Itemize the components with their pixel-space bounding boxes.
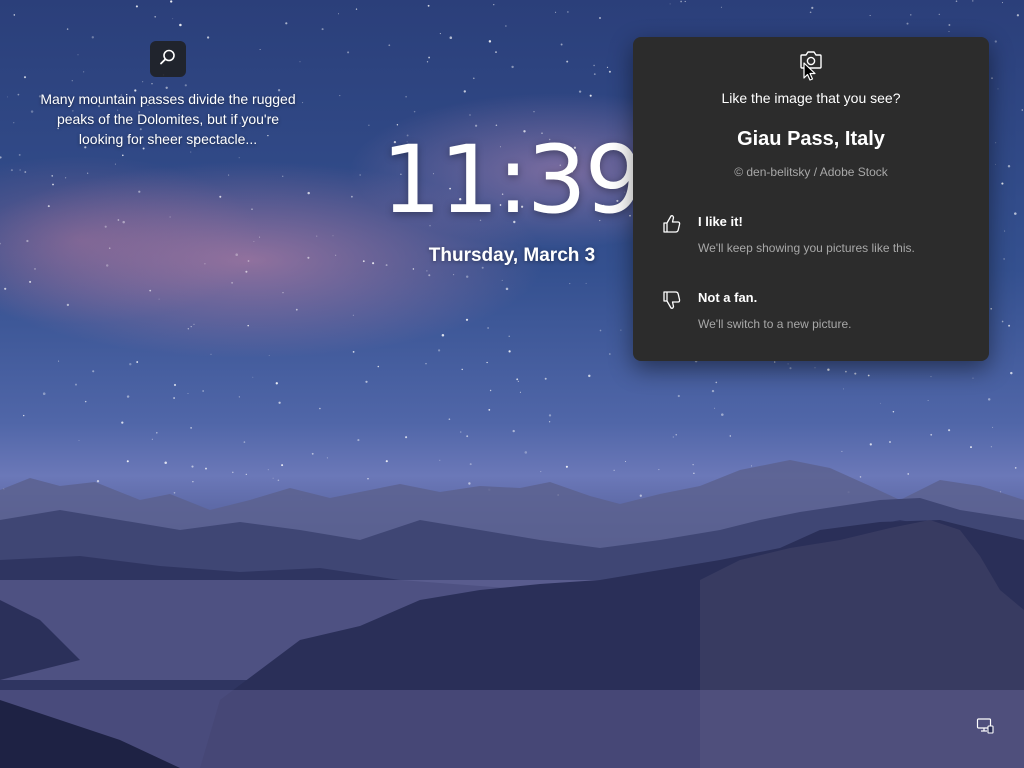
- search-button[interactable]: [150, 41, 186, 77]
- network-icon[interactable]: [976, 717, 994, 735]
- search-icon: [159, 48, 177, 71]
- like-option-subtitle: We'll keep showing you pictures like thi…: [698, 241, 915, 255]
- feedback-question: Like the image that you see?: [721, 90, 901, 106]
- spotlight-description[interactable]: Many mountain passes divide the rugged p…: [38, 89, 298, 149]
- like-option-title: I like it!: [698, 214, 743, 229]
- dislike-option[interactable]: Not a fan. We'll switch to a new picture…: [633, 281, 989, 341]
- dislike-option-subtitle: We'll switch to a new picture.: [698, 317, 852, 331]
- image-location-title: Giau Pass, Italy: [737, 128, 885, 150]
- image-credit: © den-belitsky / Adobe Stock: [734, 165, 888, 179]
- lockscreen-time: 11:39: [381, 126, 645, 235]
- image-feedback-panel: Like the image that you see? Giau Pass, …: [633, 37, 989, 361]
- lockscreen-date: Thursday, March 3: [428, 245, 596, 266]
- mouse-cursor-icon: [803, 62, 817, 82]
- dislike-option-title: Not a fan.: [698, 290, 758, 305]
- like-option[interactable]: I like it! We'll keep showing you pictur…: [633, 205, 989, 265]
- thumbs-down-icon: [661, 289, 683, 311]
- thumbs-up-icon: [661, 213, 683, 235]
